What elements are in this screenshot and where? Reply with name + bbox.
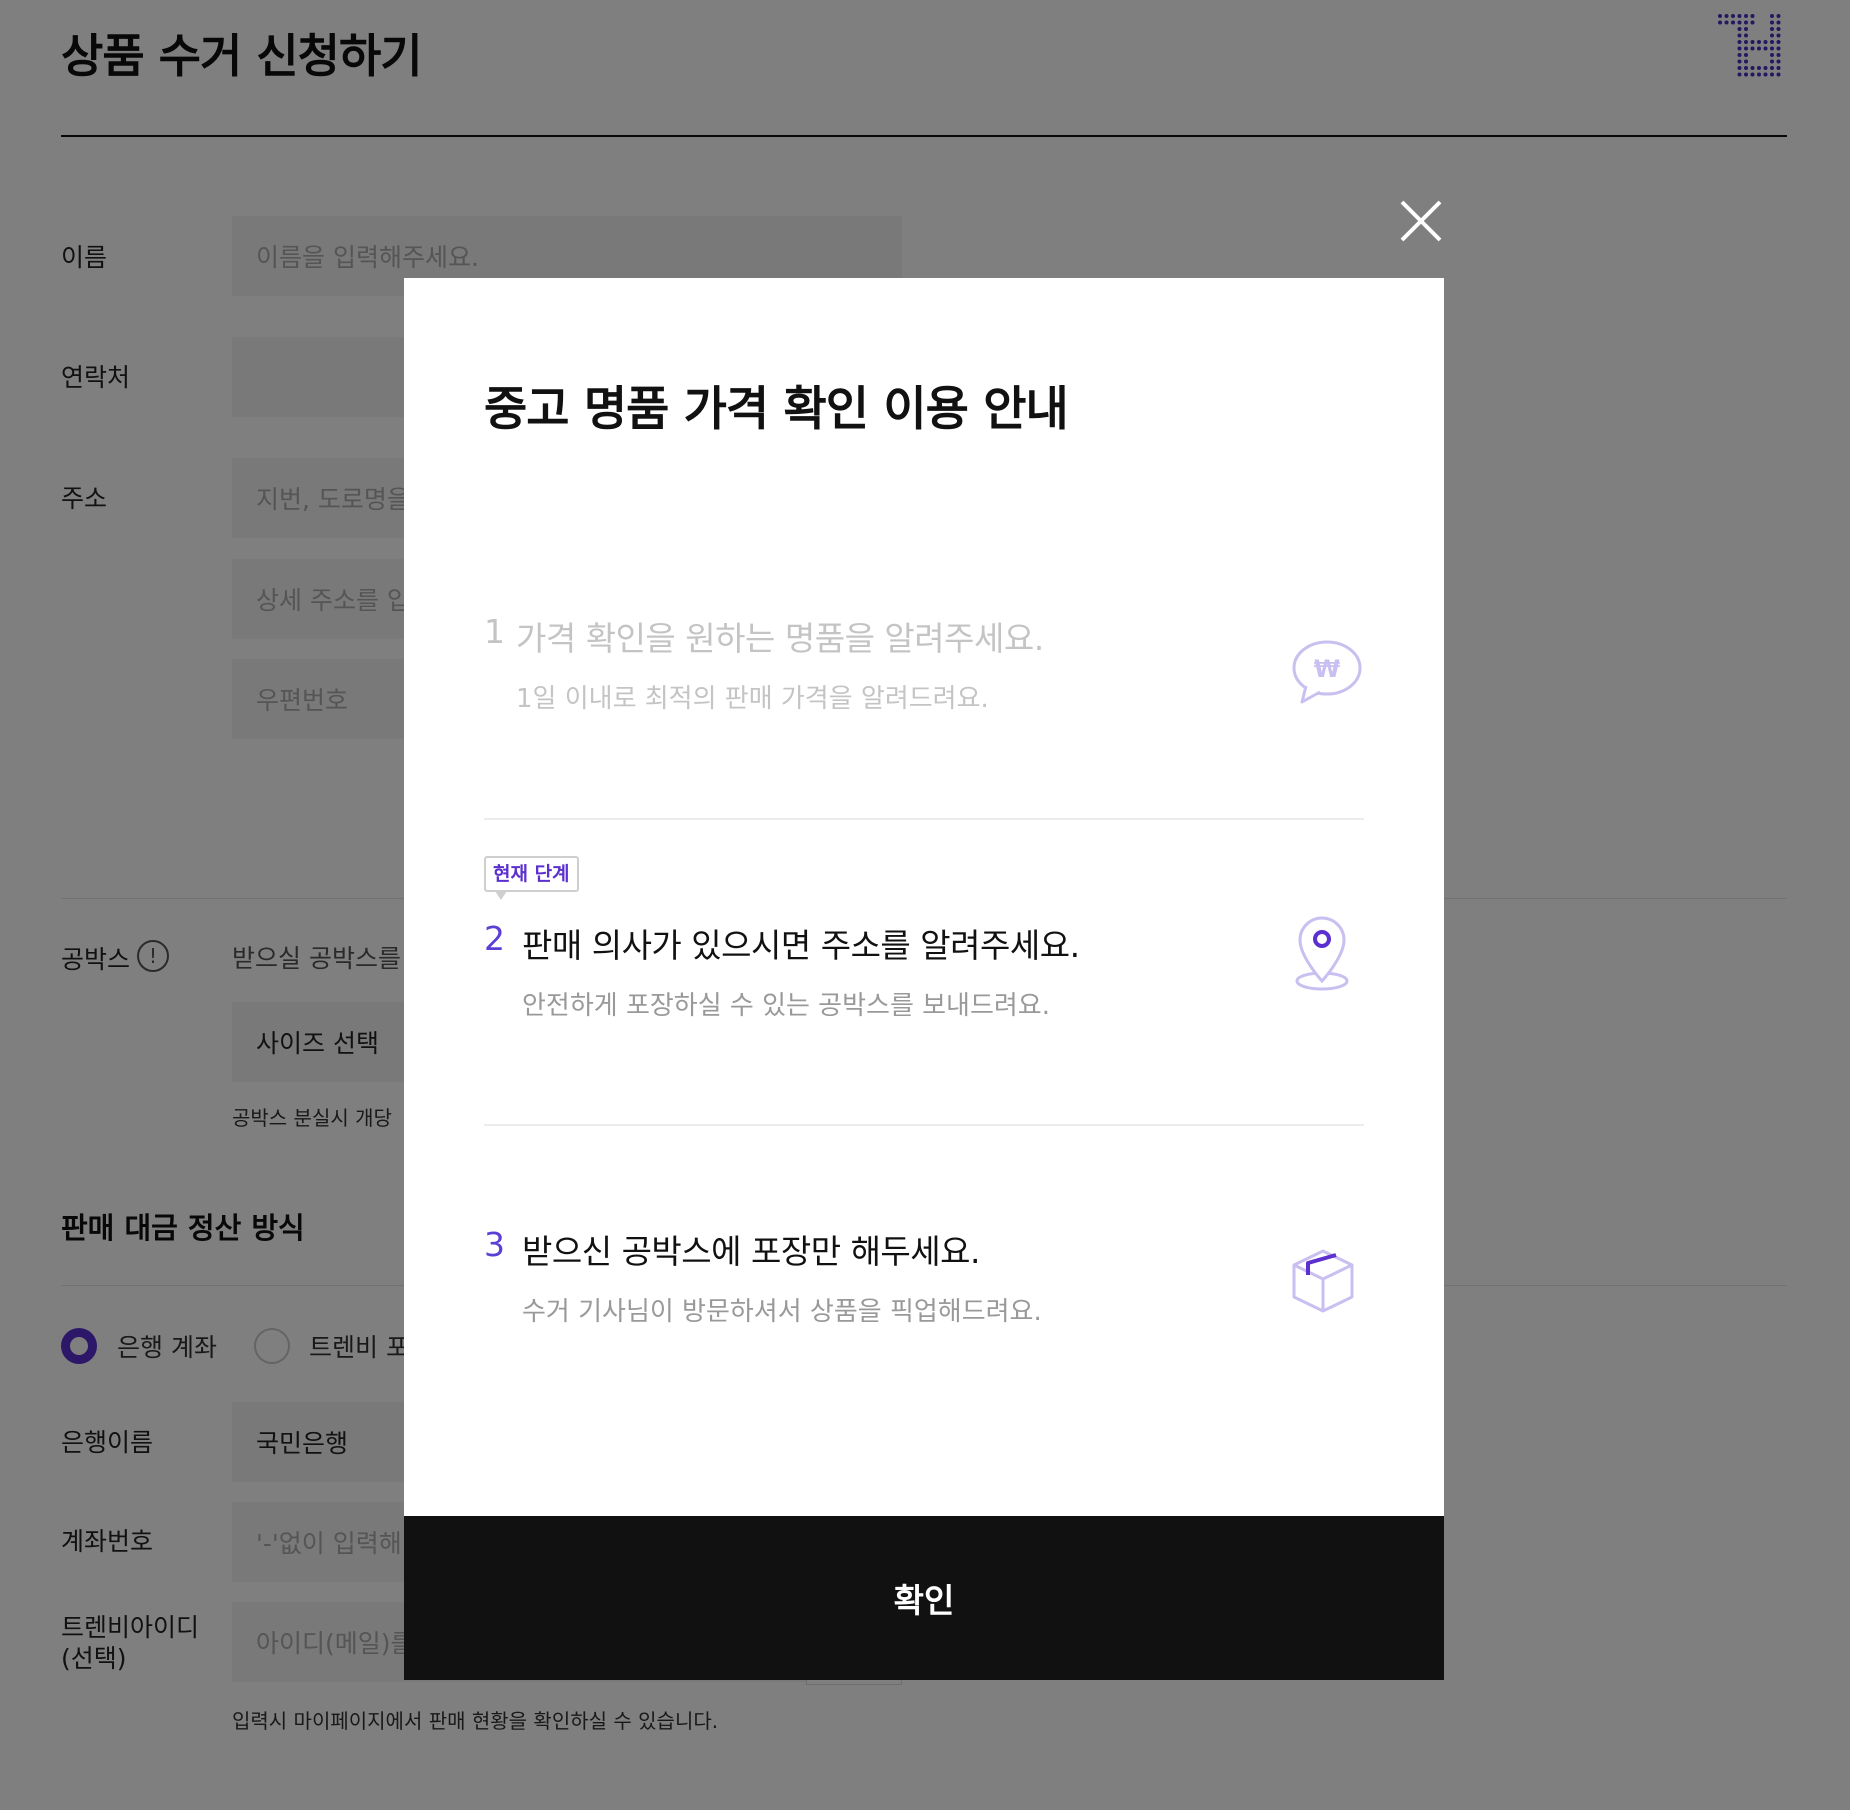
won-glyph: ₩: [1314, 655, 1341, 683]
step-number: 2: [484, 919, 505, 958]
step-2: 2 판매 의사가 있으시면 주소를 알려주세요. 안전하게 포장하실 수 있는 …: [484, 915, 1364, 1035]
close-icon[interactable]: [1396, 196, 1446, 246]
step-number: 3: [484, 1225, 505, 1264]
step-divider: [484, 1124, 1364, 1126]
step-3: 3 받으신 공박스에 포장만 해두세요. 수거 기사님이 방문하셔서 상품을 픽…: [484, 1221, 1364, 1341]
step-divider: [484, 818, 1364, 820]
step-subtitle: 1일 이내로 최적의 판매 가격을 알려드려요.: [516, 684, 989, 714]
box-icon: [1292, 1249, 1354, 1313]
guide-modal: 중고 명품 가격 확인 이용 안내 1 가격 확인을 원하는 명품을 알려주세요…: [404, 278, 1444, 1680]
step-1: 1 가격 확인을 원하는 명품을 알려주세요. 1일 이내로 최적의 판매 가격…: [484, 608, 1364, 728]
step-title: 판매 의사가 있으시면 주소를 알려주세요.: [522, 926, 1080, 965]
speech-bubble-won-icon: ₩: [1292, 640, 1362, 704]
current-step-badge: 현재 단계: [484, 856, 579, 900]
step-title: 가격 확인을 원하는 명품을 알려주세요.: [516, 619, 1044, 658]
modal-title: 중고 명품 가격 확인 이용 안내: [484, 382, 1069, 437]
step-title: 받으신 공박스에 포장만 해두세요.: [522, 1232, 981, 1271]
step-number: 1: [484, 612, 505, 651]
step-subtitle: 수거 기사님이 방문하셔서 상품을 픽업해드려요.: [522, 1297, 1042, 1327]
location-pin-icon: [1295, 916, 1349, 991]
confirm-button[interactable]: 확인: [404, 1516, 1444, 1680]
step-subtitle: 안전하게 포장하실 수 있는 공박스를 보내드려요.: [522, 991, 1050, 1021]
